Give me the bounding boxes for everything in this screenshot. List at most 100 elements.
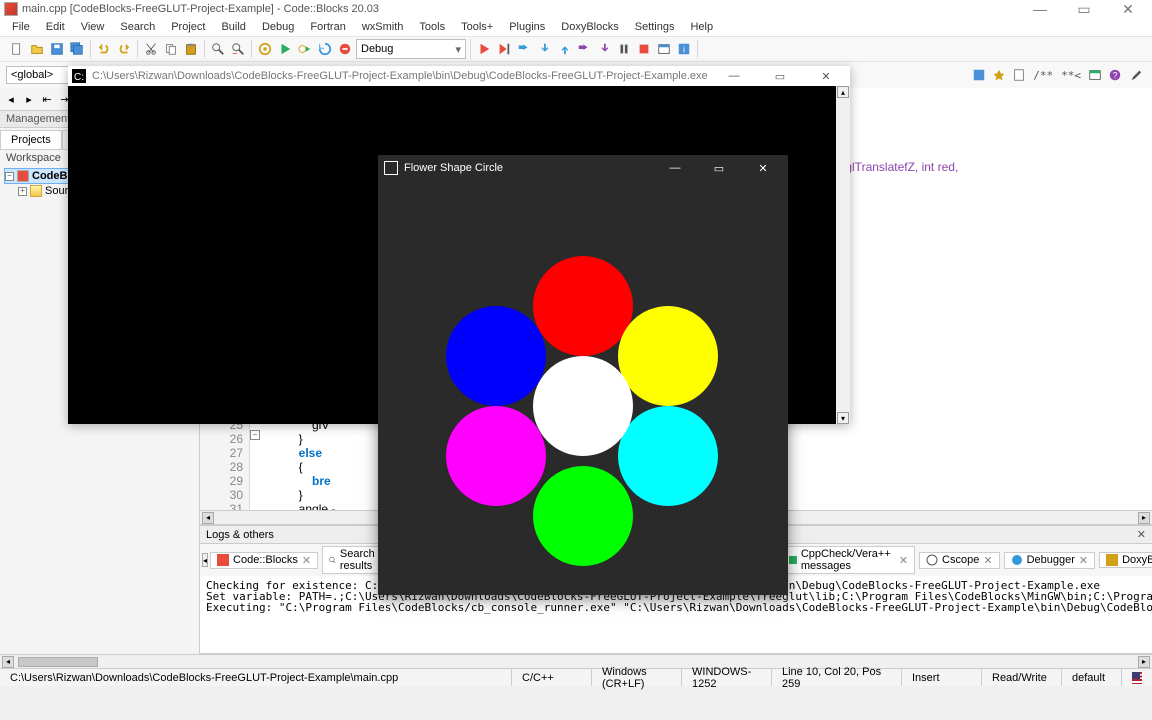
cut-icon[interactable]: [142, 40, 160, 58]
run-icon[interactable]: [276, 40, 294, 58]
doxy-wizard-icon[interactable]: [990, 66, 1008, 84]
step-instr-icon[interactable]: [595, 40, 613, 58]
bottom-scrollbar[interactable]: ◂ ▸: [0, 654, 1152, 668]
menu-build[interactable]: Build: [213, 19, 253, 35]
doxy-chm-icon[interactable]: ?: [1106, 66, 1124, 84]
save-all-icon[interactable]: [68, 40, 86, 58]
debug-windows-icon[interactable]: [655, 40, 673, 58]
debug-start-icon[interactable]: [475, 40, 493, 58]
fold-marker[interactable]: −: [250, 430, 260, 440]
logtab-cppcheckmsg[interactable]: CppCheck/Vera++ messages✕: [782, 546, 915, 574]
menu-doxyblocks[interactable]: DoxyBlocks: [553, 19, 626, 35]
console-maximize[interactable]: ▭: [760, 66, 800, 86]
break-icon[interactable]: [615, 40, 633, 58]
logtab-debugger[interactable]: Debugger✕: [1004, 552, 1096, 569]
scroll-left-icon[interactable]: ◂: [202, 512, 214, 524]
menu-help[interactable]: Help: [682, 19, 721, 35]
open-icon[interactable]: [28, 40, 46, 58]
circle-red: [533, 256, 633, 356]
step-into-icon[interactable]: [535, 40, 553, 58]
menu-search[interactable]: Search: [112, 19, 163, 35]
nav-fwd-icon[interactable]: ▸: [20, 90, 38, 108]
console-minimize[interactable]: —: [714, 66, 754, 86]
rebuild-icon[interactable]: [316, 40, 334, 58]
menu-project[interactable]: Project: [163, 19, 213, 35]
glut-titlebar[interactable]: Flower Shape Circle — ▭ ✕: [378, 155, 788, 181]
menu-toolsplus[interactable]: Tools+: [453, 19, 501, 35]
console-icon: C:: [72, 69, 86, 83]
next-line-icon[interactable]: [515, 40, 533, 58]
nav-last-icon[interactable]: ⇤: [38, 90, 56, 108]
abort-icon[interactable]: [336, 40, 354, 58]
doxy-extract-icon[interactable]: [1010, 66, 1028, 84]
menu-edit[interactable]: Edit: [38, 19, 73, 35]
build-run-icon[interactable]: [296, 40, 314, 58]
scroll-left-icon[interactable]: ◂: [2, 656, 14, 668]
glut-close[interactable]: ✕: [744, 155, 782, 181]
sb-eol: Windows (CR+LF): [592, 669, 682, 686]
doxy-config-icon[interactable]: [1126, 66, 1144, 84]
replace-icon[interactable]: [229, 40, 247, 58]
paste-icon[interactable]: [182, 40, 200, 58]
scroll-thumb[interactable]: [18, 657, 98, 667]
minimize-button[interactable]: —: [1020, 0, 1060, 18]
menu-fortran[interactable]: Fortran: [302, 19, 353, 35]
glut-maximize[interactable]: ▭: [700, 155, 738, 181]
glut-icon: [384, 161, 398, 175]
menubar: File Edit View Search Project Build Debu…: [0, 18, 1152, 36]
scroll-down-icon[interactable]: ▾: [837, 412, 849, 424]
scroll-right-icon[interactable]: ▸: [1138, 656, 1150, 668]
tab-projects[interactable]: Projects: [0, 130, 62, 149]
redo-icon[interactable]: [115, 40, 133, 58]
menu-debug[interactable]: Debug: [254, 19, 302, 35]
sb-enc: WINDOWS-1252: [682, 669, 772, 686]
console-titlebar[interactable]: C: C:\Users\Rizwan\Downloads\CodeBlocks-…: [68, 66, 850, 86]
step-out-icon[interactable]: [555, 40, 573, 58]
info-icon[interactable]: i: [675, 40, 693, 58]
doxy-icon[interactable]: [970, 66, 988, 84]
run-to-cursor-icon[interactable]: [495, 40, 513, 58]
menu-tools[interactable]: Tools: [411, 19, 453, 35]
sb-flag[interactable]: [1122, 669, 1152, 686]
scroll-right-icon[interactable]: ▸: [1138, 512, 1150, 524]
close-button[interactable]: ✕: [1108, 0, 1148, 18]
toolbar-row-1: Debug i: [0, 36, 1152, 61]
logtab-codeblocks[interactable]: Code::Blocks✕: [210, 552, 318, 569]
scroll-up-icon[interactable]: ▴: [837, 86, 849, 98]
svg-text:C:: C:: [74, 72, 84, 83]
stop-icon[interactable]: [635, 40, 653, 58]
console-vscroll[interactable]: ▴ ▾: [836, 86, 850, 424]
doxy-line-icon[interactable]: **<: [1058, 66, 1084, 84]
build-target-select[interactable]: Debug: [356, 39, 466, 59]
undo-icon[interactable]: [95, 40, 113, 58]
menu-plugins[interactable]: Plugins: [501, 19, 553, 35]
glut-window[interactable]: Flower Shape Circle — ▭ ✕: [378, 155, 788, 595]
menu-settings[interactable]: Settings: [627, 19, 683, 35]
sb-rw: Read/Write: [982, 669, 1062, 686]
sb-lang: C/C++: [512, 669, 592, 686]
doxy-block-icon[interactable]: /**: [1030, 66, 1056, 84]
logtab-doxy[interactable]: DoxyBloc: [1099, 552, 1152, 568]
tabs-scroll-left[interactable]: ◂: [202, 553, 208, 567]
circle-blue: [446, 306, 546, 406]
find-icon[interactable]: [209, 40, 227, 58]
doxy-html-icon[interactable]: [1086, 66, 1104, 84]
new-file-icon[interactable]: [8, 40, 26, 58]
next-instr-icon[interactable]: [575, 40, 593, 58]
logtab-cscope[interactable]: Cscope✕: [919, 552, 1000, 569]
copy-icon[interactable]: [162, 40, 180, 58]
sb-kb: default: [1062, 669, 1122, 686]
menu-wxsmith[interactable]: wxSmith: [354, 19, 412, 35]
save-icon[interactable]: [48, 40, 66, 58]
sb-ins: Insert: [902, 669, 982, 686]
menu-file[interactable]: File: [4, 19, 38, 35]
project-icon: [17, 170, 29, 182]
svg-text:?: ?: [1113, 71, 1118, 81]
nav-back-icon[interactable]: ◂: [2, 90, 20, 108]
build-icon[interactable]: [256, 40, 274, 58]
console-close[interactable]: ✕: [806, 66, 846, 86]
menu-view[interactable]: View: [73, 19, 113, 35]
glut-minimize[interactable]: —: [656, 155, 694, 181]
logs-close-icon[interactable]: ✕: [1137, 528, 1146, 541]
maximize-button[interactable]: ▭: [1064, 0, 1104, 18]
